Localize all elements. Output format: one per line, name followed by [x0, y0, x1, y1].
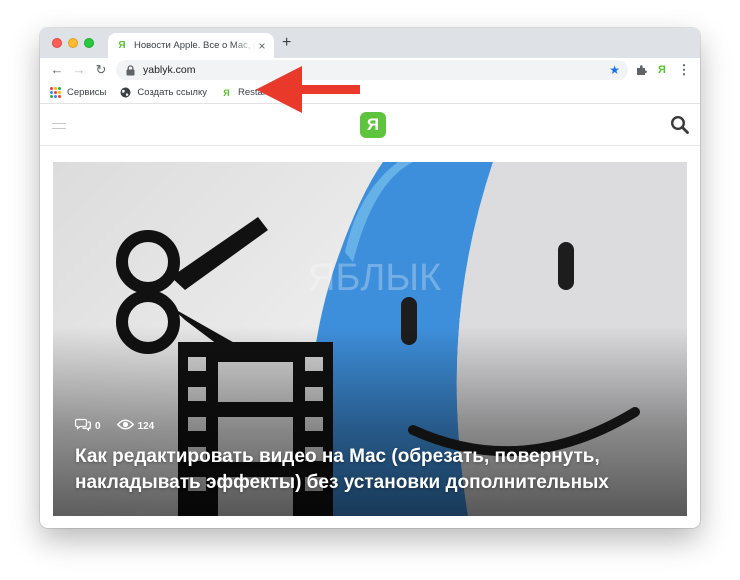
- menu-icon[interactable]: ⋮: [676, 62, 692, 78]
- web-page: Я ЯБЛЫК 0 124 Как редактировать видео на…: [40, 104, 700, 528]
- zoom-window-button[interactable]: [84, 38, 94, 48]
- url-text[interactable]: yablyk.com: [143, 64, 609, 76]
- tab-active[interactable]: Я Новости Apple. Все о Mac, iPhone, iPad…: [108, 33, 274, 58]
- yablyk-bookmark-icon: Я: [223, 87, 230, 98]
- yablyk-extension-icon[interactable]: Я: [654, 62, 670, 78]
- browser-window: Я Новости Apple. Все о Mac, iPhone, iPad…: [40, 28, 700, 528]
- bookmark-star-icon[interactable]: ★: [609, 64, 620, 76]
- back-button[interactable]: ←: [48, 60, 66, 80]
- yablyk-favicon-icon: Я: [118, 39, 126, 51]
- bookmark-services[interactable]: Сервисы: [50, 87, 106, 98]
- article-hero[interactable]: ЯБЛЫК 0 124 Как редактировать видео на M…: [53, 162, 687, 516]
- close-tab-icon[interactable]: ×: [256, 40, 268, 52]
- search-icon[interactable]: [670, 115, 690, 135]
- comments-count: 0: [95, 420, 101, 432]
- article-stats: 0 124: [74, 418, 155, 434]
- bookmark-create-link[interactable]: Создать ссылку: [120, 87, 207, 98]
- minimize-window-button[interactable]: [68, 38, 78, 48]
- tab-title: Новости Apple. Все о Mac, iPhone, iPad: [134, 40, 256, 51]
- globe-icon: [120, 87, 131, 98]
- puzzle-icon[interactable]: [634, 62, 650, 78]
- views-stat: 124: [116, 419, 155, 433]
- comments-stat[interactable]: 0: [74, 418, 101, 434]
- annotation-arrow-icon: [256, 66, 360, 113]
- site-header: Я: [40, 104, 700, 146]
- views-count: 124: [137, 420, 155, 432]
- forward-button[interactable]: →: [70, 60, 88, 80]
- article-title[interactable]: Как редактировать видео на Mac (обрезать…: [75, 444, 675, 496]
- lock-icon: [124, 64, 136, 76]
- finder-right-eye: [558, 242, 574, 290]
- address-bar[interactable]: yablyk.com ★: [116, 60, 628, 80]
- tab-strip: Я Новости Apple. Все о Mac, iPhone, iPad…: [40, 28, 700, 58]
- eye-icon: [116, 419, 134, 433]
- reload-button[interactable]: ↻: [92, 60, 110, 80]
- comment-icon: [74, 418, 91, 434]
- close-window-button[interactable]: [52, 38, 62, 48]
- bookmark-label: Сервисы: [67, 87, 107, 98]
- new-tab-button[interactable]: +: [282, 34, 291, 52]
- bookmark-label: Создать ссылку: [137, 87, 207, 98]
- bookmarks-bar: Сервисы Создать ссылку Я Restart: [40, 82, 700, 104]
- apps-grid-icon: [50, 87, 61, 98]
- toolbar: ← → ↻ yablyk.com ★ Я ⋮: [40, 58, 700, 82]
- watermark-text: ЯБЛЫК: [308, 257, 441, 299]
- hamburger-menu-icon[interactable]: [52, 123, 66, 129]
- window-controls: [52, 38, 94, 48]
